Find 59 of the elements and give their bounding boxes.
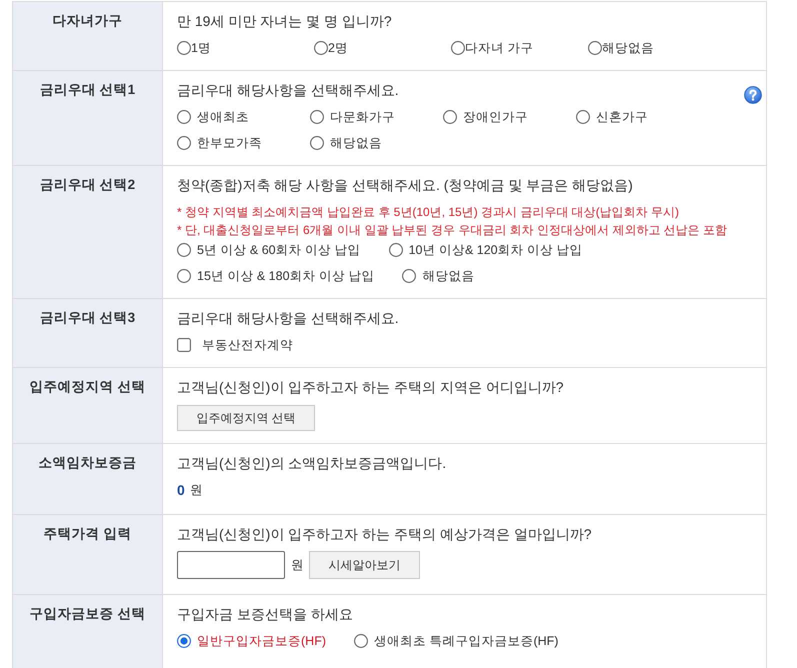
radio-option[interactable]: 해당없음 [402, 266, 474, 286]
price-lookup-button[interactable]: 시세알아보기 [309, 551, 420, 579]
radio-icon[interactable] [177, 110, 191, 124]
row-header-cell: 금리우대 선택2 [13, 166, 162, 298]
radio-icon[interactable] [402, 269, 416, 283]
radio-option[interactable]: 일반구입자금보증(HF) [177, 631, 326, 651]
question-text: 구입자금 보증선택을 하세요 [177, 605, 353, 624]
question-text: 고객님(신청인)의 소액임차보증금액입니다. [177, 454, 446, 473]
row-header-cell: 주택가격 입력 [13, 515, 162, 594]
question-text: 고객님(신청인)이 입주하고자 하는 주택의 지역은 어디입니까? [177, 378, 564, 397]
radio-icon[interactable] [314, 41, 328, 55]
radio-option[interactable]: 생애최초 특례구입자금보증(HF) [354, 631, 558, 651]
question-text: 금리우대 해당사항을 선택해주세요. [177, 309, 399, 328]
radio-icon[interactable] [443, 110, 457, 124]
question-text: 고객님(신청인)이 입주하고자 하는 주택의 예상가격은 얼마입니까? [177, 525, 592, 544]
radio-icon[interactable] [451, 41, 465, 55]
radio-icon[interactable] [177, 136, 191, 150]
radio-option[interactable]: 해당없음 [310, 133, 382, 153]
radio-icon[interactable] [177, 243, 191, 257]
radio-option[interactable]: 신혼가구 [576, 107, 648, 127]
radio-option[interactable]: 다자녀 가구 [451, 38, 534, 58]
row-header-cell: 다자녀가구 [13, 2, 162, 70]
question-text: 만 19세 미만 자녀는 몇 명 입니까? [177, 12, 392, 31]
radio-option[interactable]: 2명 [314, 38, 348, 58]
region-select-button[interactable]: 입주예정지역 선택 [177, 405, 315, 431]
radio-option[interactable]: 15년 이상 & 180회차 이상 납입 [177, 266, 374, 286]
radio-option[interactable]: 생애최초 [177, 107, 249, 127]
unit-text: 원 [190, 482, 203, 499]
help-icon[interactable] [744, 86, 762, 104]
radio-option[interactable]: 장애인가구 [443, 107, 528, 127]
radio-option[interactable]: 한부모가족 [177, 133, 262, 153]
question-text: 금리우대 해당사항을 선택해주세요. [177, 81, 399, 100]
radio-icon[interactable] [177, 634, 191, 648]
unit-text: 원 [291, 557, 304, 574]
row-header-cell: 입주예정지역 선택 [13, 368, 162, 443]
radio-icon[interactable] [310, 136, 324, 150]
radio-icon[interactable] [177, 41, 191, 55]
radio-icon[interactable] [588, 41, 602, 55]
note-text: * 청약 지역별 최소예치금액 납입완료 후 5년(10년, 15년) 경과시 금리우대 대상(납입회차 무시) [177, 204, 680, 221]
row-header-cell: 금리우대 선택3 [13, 299, 162, 367]
radio-icon[interactable] [576, 110, 590, 124]
radio-option[interactable]: 5년 이상 & 60회차 이상 납입 [177, 240, 361, 260]
checkbox-icon[interactable] [177, 338, 191, 352]
radio-option[interactable]: 1명 [177, 38, 211, 58]
radio-icon[interactable] [354, 634, 368, 648]
note-text: * 단, 대출신청일로부터 6개월 이내 일괄 납부된 경우 우대금리 회차 인정대상에서 제외하고 선납은 포함 [177, 222, 728, 239]
row-header-cell: 소액임차보증금 [13, 444, 162, 514]
amount-value: 0 [177, 481, 185, 500]
question-text: 청약(종합)저축 해당 사항을 선택해주세요. (청약예금 및 부금은 해당없음) [177, 176, 633, 195]
radio-option[interactable]: 다문화가구 [310, 107, 395, 127]
radio-icon[interactable] [310, 110, 324, 124]
radio-icon[interactable] [177, 269, 191, 283]
row-header-cell: 구입자금보증 선택 [13, 595, 162, 668]
radio-option[interactable]: 10년 이상& 120회차 이상 납입 [388, 240, 583, 260]
price-input-field[interactable] [177, 551, 285, 579]
radio-icon[interactable] [388, 243, 403, 257]
radio-option[interactable]: 해당없음 [588, 38, 654, 58]
row-header-cell: 금리우대 선택1 [13, 71, 162, 165]
checkbox-option[interactable]: 부동산전자계약 [177, 335, 293, 355]
